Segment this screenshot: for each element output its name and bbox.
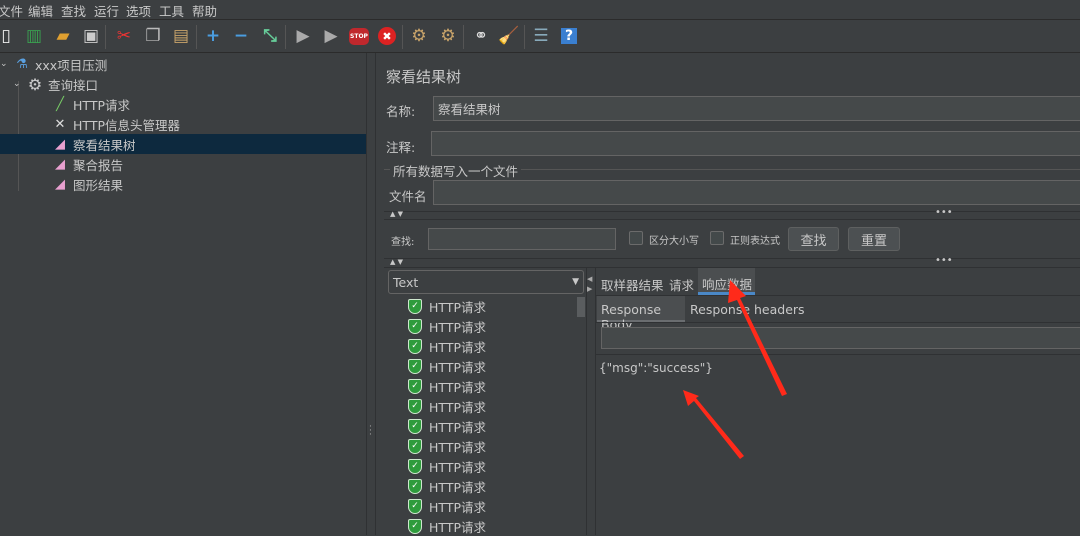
annotation-arrow-body <box>683 390 744 459</box>
annotation-arrow-tab <box>728 280 787 396</box>
annotation-arrows <box>683 280 787 459</box>
